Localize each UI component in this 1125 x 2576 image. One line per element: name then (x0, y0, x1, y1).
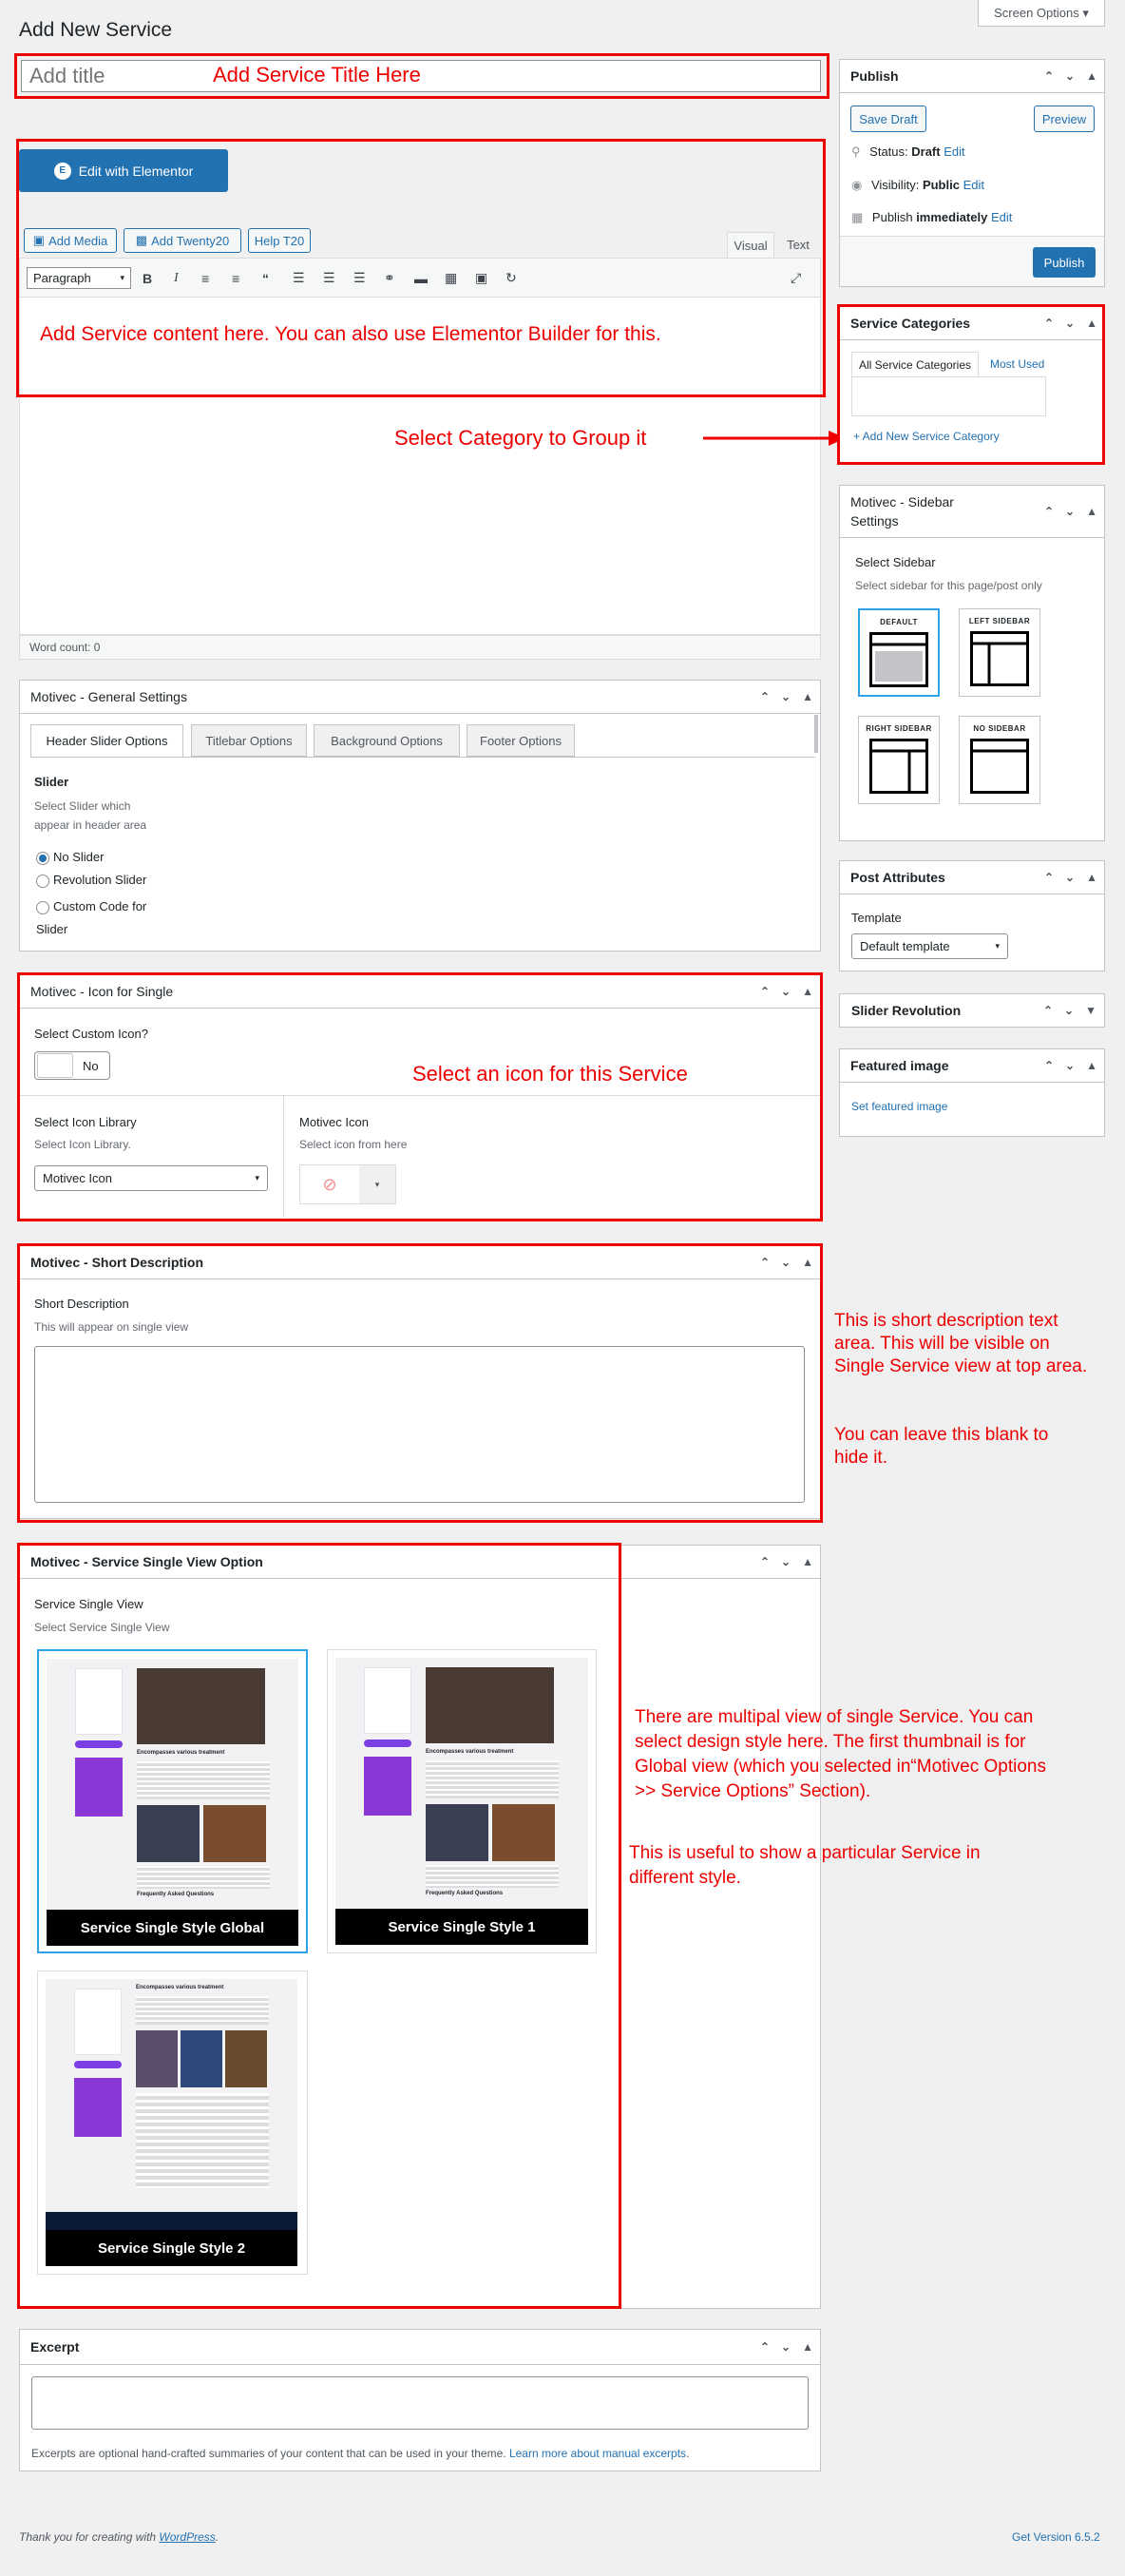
slider-label: Slider (34, 775, 69, 789)
page-title: Add New Service (19, 19, 173, 41)
set-featured-image-link[interactable]: Set featured image (851, 1100, 947, 1113)
toggle-panel-icon[interactable]: ▲ (1086, 69, 1097, 83)
visibility-edit-link[interactable]: Edit (963, 178, 984, 192)
radio-custom-code[interactable]: Custom Code for Slider (36, 895, 160, 941)
sidebar-settings-header[interactable]: Motivec - Sidebar Settings ⌃ ⌄ ▲ (839, 485, 1105, 538)
toggle-panel-icon[interactable]: ▲ (1086, 871, 1097, 884)
category-annotation: Select Category to Group it (394, 426, 647, 450)
title-annotation: Add Service Title Here (213, 63, 421, 87)
move-down-icon[interactable]: ⌄ (781, 1555, 791, 1568)
footer-version[interactable]: Get Version 6.5.2 (1012, 2530, 1100, 2544)
move-down-icon[interactable]: ⌄ (1065, 871, 1075, 884)
tab-background[interactable]: Background Options (314, 724, 460, 757)
save-draft-button[interactable]: Save Draft (850, 106, 926, 132)
status-row: ⚲ Status: Draft Edit (851, 144, 965, 159)
post-attributes-header[interactable]: Post Attributes ⌃ ⌄ ▲ (839, 860, 1105, 894)
single-view-annotation: There are multipal view of single Servic… (635, 1707, 1046, 1801)
move-up-icon[interactable]: ⌃ (1044, 871, 1054, 884)
layout-right-sidebar[interactable]: RIGHT SIDEBAR (858, 716, 940, 804)
toggle-panel-icon[interactable]: ▼ (1085, 1004, 1096, 1017)
featured-image-header[interactable]: Featured image ⌃ ⌄ ▲ (839, 1048, 1105, 1083)
move-down-icon[interactable]: ⌄ (1064, 1004, 1074, 1017)
toggle-panel-icon[interactable]: ▲ (1086, 505, 1097, 518)
tabs-scrollbar[interactable] (814, 715, 818, 753)
visibility-row: ◉ Visibility: Public Edit (851, 178, 984, 192)
layout-no-sidebar[interactable]: NO SIDEBAR (959, 716, 1040, 804)
move-down-icon[interactable]: ⌄ (781, 2340, 791, 2354)
toggle-panel-icon[interactable]: ▲ (802, 690, 813, 703)
layout-right-sidebar-icon (869, 739, 928, 794)
preview-button[interactable]: Preview (1034, 106, 1095, 132)
tab-titlebar[interactable]: Titlebar Options (191, 724, 307, 757)
screen-options-button[interactable]: Screen Options ▾ (978, 0, 1105, 27)
eye-icon: ◉ (851, 178, 863, 192)
excerpt-textarea[interactable] (31, 2376, 809, 2430)
move-down-icon[interactable]: ⌄ (1065, 505, 1075, 518)
publish-time-row: ▦ Publish immediately Edit (851, 210, 1013, 224)
layout-default-icon (869, 632, 928, 687)
short-desc-annotation-box (17, 1243, 823, 1523)
chevron-down-icon: ▾ (995, 941, 1000, 951)
single-view-annotation-box (17, 1543, 621, 2309)
arrow-icon (703, 431, 846, 446)
tabs-rule (30, 757, 815, 758)
move-up-icon[interactable]: ⌃ (1044, 1059, 1054, 1072)
radio-revolution-slider[interactable]: Revolution Slider (36, 873, 146, 888)
slider-desc: Select Slider which appear in header are… (34, 799, 147, 832)
move-up-icon[interactable]: ⌃ (760, 690, 770, 703)
move-up-icon[interactable]: ⌃ (1043, 1004, 1053, 1017)
publish-time-edit-link[interactable]: Edit (991, 210, 1012, 224)
calendar-icon: ▦ (851, 210, 864, 224)
publish-header[interactable]: Publish ⌃ ⌄ ▲ (839, 59, 1105, 93)
short-desc-annotation: This is short description text area. Thi… (834, 1311, 1088, 1376)
move-down-icon[interactable]: ⌄ (1065, 1059, 1075, 1072)
status-edit-link[interactable]: Edit (944, 144, 964, 159)
wordpress-link[interactable]: WordPress (159, 2530, 215, 2544)
layout-default[interactable]: DEFAULT (858, 608, 940, 697)
word-count: Word count: 0 (19, 635, 821, 660)
slider-revolution-panel[interactable]: Slider Revolution ⌃ ⌄ ▼ (839, 993, 1105, 1028)
icon-annotation: Select an icon for this Service (412, 1062, 688, 1086)
short-desc-annotation-2: You can leave this blank to hide it. (834, 1425, 1049, 1468)
layout-left-sidebar[interactable]: LEFT SIDEBAR (959, 608, 1040, 697)
content-annotation: Add Service content here. You can also u… (40, 323, 661, 345)
radio-icon (36, 900, 49, 914)
general-settings-header[interactable]: Motivec - General Settings ⌃ ⌄ ▲ (19, 680, 821, 714)
toggle-panel-icon[interactable]: ▲ (802, 2340, 813, 2354)
template-select[interactable]: Default template ▾ (851, 933, 1008, 959)
content-annotation-box (16, 139, 826, 397)
layout-no-sidebar-icon (970, 739, 1029, 794)
select-sidebar-label: Select Sidebar (855, 555, 936, 569)
categories-annotation-box (837, 304, 1105, 465)
move-down-icon[interactable]: ⌄ (1065, 69, 1075, 83)
radio-icon (36, 874, 49, 888)
template-label: Template (851, 911, 902, 925)
move-down-icon[interactable]: ⌄ (781, 690, 791, 703)
excerpt-learn-more-link[interactable]: Learn more about manual excerpts (509, 2447, 686, 2460)
excerpt-help: Excerpts are optional hand-crafted summa… (31, 2447, 690, 2460)
move-up-icon[interactable]: ⌃ (1044, 69, 1054, 83)
tab-header-slider[interactable]: Header Slider Options (30, 724, 183, 757)
excerpt-header[interactable]: Excerpt ⌃ ⌄ ▲ (19, 2329, 821, 2365)
radio-no-slider[interactable]: No Slider (36, 850, 104, 865)
radio-icon (36, 851, 49, 865)
pin-icon: ⚲ (851, 144, 861, 159)
title-input[interactable] (21, 60, 821, 92)
publish-button[interactable]: Publish (1033, 247, 1096, 278)
select-sidebar-desc: Select sidebar for this page/post only (855, 579, 1042, 592)
move-up-icon[interactable]: ⌃ (760, 1555, 770, 1568)
layout-left-sidebar-icon (970, 631, 1029, 686)
move-up-icon[interactable]: ⌃ (760, 2340, 770, 2354)
icon-annotation-box (17, 972, 823, 1221)
toggle-panel-icon[interactable]: ▲ (802, 1555, 813, 1568)
tab-footer[interactable]: Footer Options (467, 724, 575, 757)
move-up-icon[interactable]: ⌃ (1044, 505, 1054, 518)
single-view-annotation-2: This is useful to show a particular Serv… (629, 1843, 981, 1888)
footer-thanks: Thank you for creating with WordPress. (19, 2530, 219, 2544)
toggle-panel-icon[interactable]: ▲ (1086, 1059, 1097, 1072)
